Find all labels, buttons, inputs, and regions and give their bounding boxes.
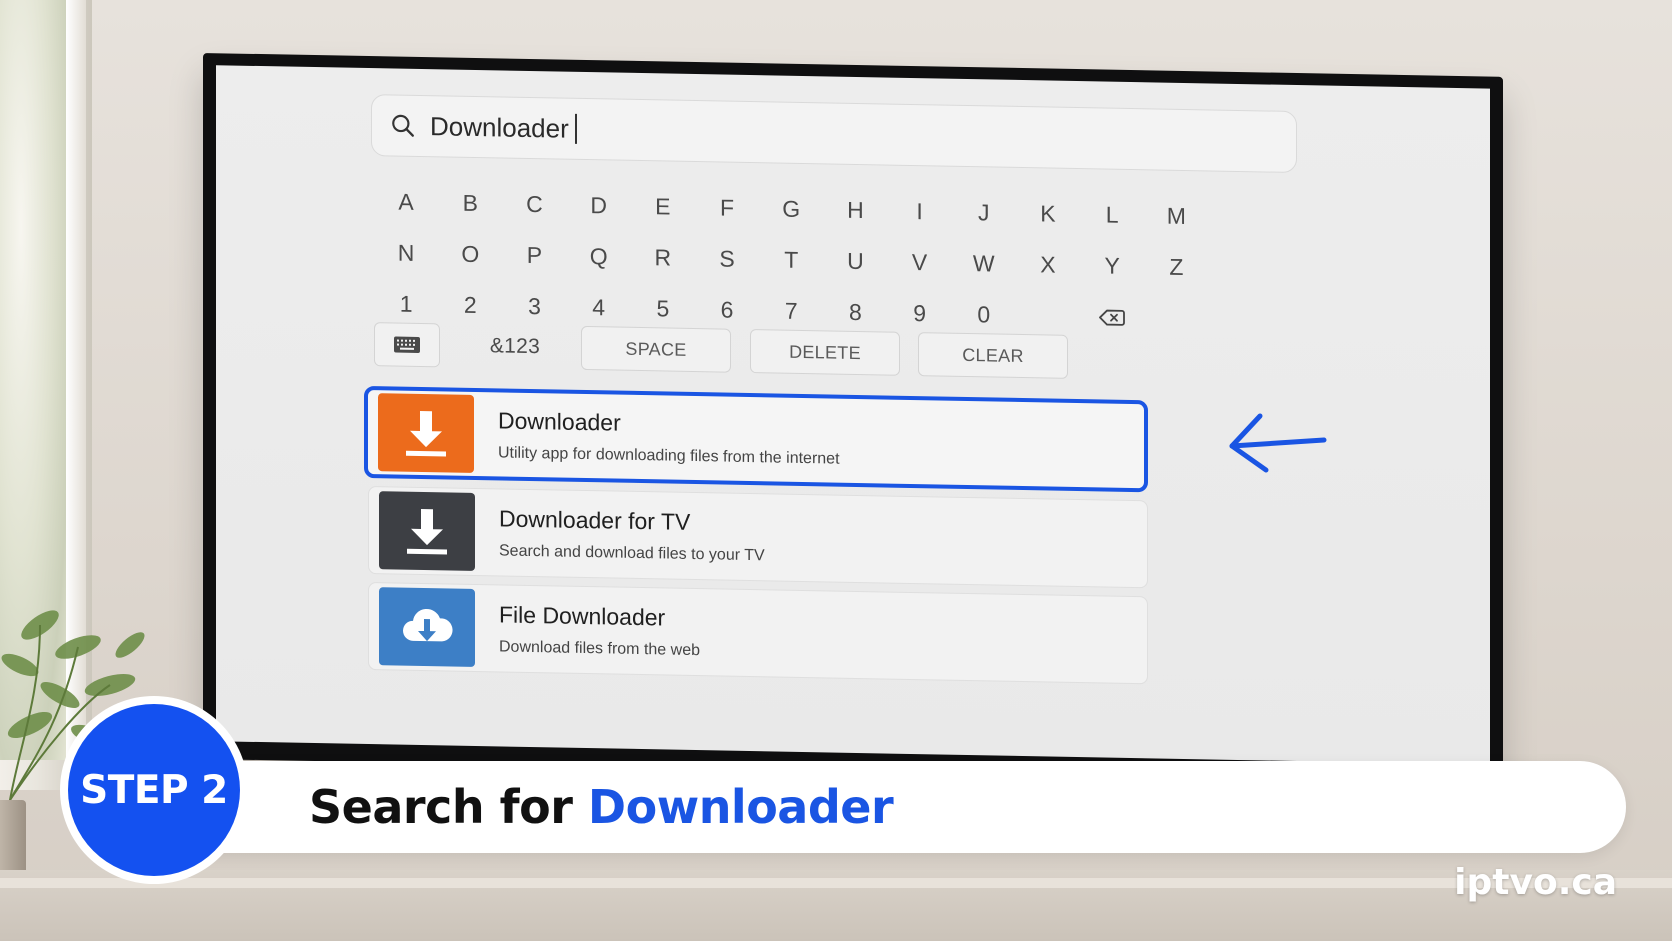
result-title: Downloader	[498, 406, 621, 436]
brand-watermark: iptvo.ca	[1454, 862, 1617, 903]
key-r[interactable]: R	[631, 232, 695, 284]
result-text: Downloader Utility app for downloading f…	[498, 407, 840, 468]
symbols-key[interactable]: &123	[460, 324, 570, 370]
result-subtitle: Download files from the web	[499, 637, 700, 659]
instruction-prefix: Search for	[309, 780, 588, 834]
key-g[interactable]: G	[759, 183, 823, 235]
space-key[interactable]: SPACE	[581, 325, 731, 373]
key-d[interactable]: D	[567, 180, 631, 232]
cloud-download-icon	[403, 609, 453, 642]
key-a[interactable]: A	[374, 176, 438, 228]
key-t[interactable]: T	[759, 234, 823, 286]
download-arrow-icon	[406, 410, 446, 457]
key-o[interactable]: O	[438, 228, 502, 280]
search-bar[interactable]: Downloader	[371, 94, 1297, 174]
keyboard-icon	[394, 336, 420, 353]
key-w[interactable]: W	[952, 238, 1016, 290]
result-downloader-for-tv[interactable]: Downloader for TV Search and download fi…	[368, 486, 1148, 589]
search-results: Downloader Utility app for downloading f…	[364, 385, 1148, 685]
key-b[interactable]: B	[438, 177, 502, 229]
keyboard-toggle-button[interactable]	[374, 322, 440, 368]
key-k[interactable]: K	[1016, 188, 1080, 240]
key-v[interactable]: V	[888, 237, 952, 289]
backspace-icon	[1099, 309, 1126, 326]
result-text: File Downloader Download files from the …	[499, 601, 700, 660]
result-file-downloader[interactable]: File Downloader Download files from the …	[368, 582, 1148, 685]
key-l[interactable]: L	[1080, 189, 1144, 241]
download-arrow-icon	[407, 508, 447, 555]
result-subtitle: Utility app for downloading files from t…	[498, 443, 840, 468]
instruction-highlight: Downloader	[587, 780, 894, 834]
text-cursor	[574, 113, 577, 144]
key-e[interactable]: E	[631, 181, 695, 233]
key-s[interactable]: S	[695, 233, 759, 285]
app-icon	[379, 587, 475, 667]
step-badge: STEP 2	[68, 704, 240, 876]
app-icon	[379, 491, 475, 571]
search-icon	[392, 114, 414, 137]
result-subtitle: Search and download files to your TV	[499, 541, 765, 564]
app-icon	[378, 393, 474, 473]
result-downloader[interactable]: Downloader Utility app for downloading f…	[364, 385, 1148, 493]
on-screen-keyboard: ABCDEFGHIJKLMNOPQRSTUVWXYZ1234567890	[374, 176, 1208, 344]
shelf-edge	[0, 878, 1672, 888]
search-input[interactable]: Downloader	[430, 111, 569, 145]
key-p[interactable]: P	[502, 229, 566, 281]
key-i[interactable]: I	[888, 186, 952, 238]
pointer-arrow-icon	[1229, 413, 1327, 473]
step-label: STEP 2	[80, 767, 228, 813]
result-title: File Downloader	[499, 600, 666, 630]
key-u[interactable]: U	[823, 235, 887, 287]
key-c[interactable]: C	[502, 178, 566, 230]
result-text: Downloader for TV Search and download fi…	[499, 505, 765, 565]
key-h[interactable]: H	[823, 184, 887, 236]
key-f[interactable]: F	[695, 182, 759, 234]
delete-key[interactable]: DELETE	[750, 329, 900, 376]
key-q[interactable]: Q	[567, 231, 631, 283]
key-j[interactable]: J	[952, 187, 1016, 239]
key-z[interactable]: Z	[1144, 241, 1208, 293]
key-x[interactable]: X	[1016, 239, 1080, 291]
key-n[interactable]: N	[374, 227, 438, 279]
clear-key[interactable]: CLEAR	[918, 332, 1068, 379]
step-instruction: Search for Downloader	[309, 775, 894, 839]
key-m[interactable]: M	[1144, 190, 1208, 242]
backspace-key[interactable]	[1080, 291, 1144, 343]
result-title: Downloader for TV	[499, 504, 691, 535]
key-y[interactable]: Y	[1080, 240, 1144, 292]
